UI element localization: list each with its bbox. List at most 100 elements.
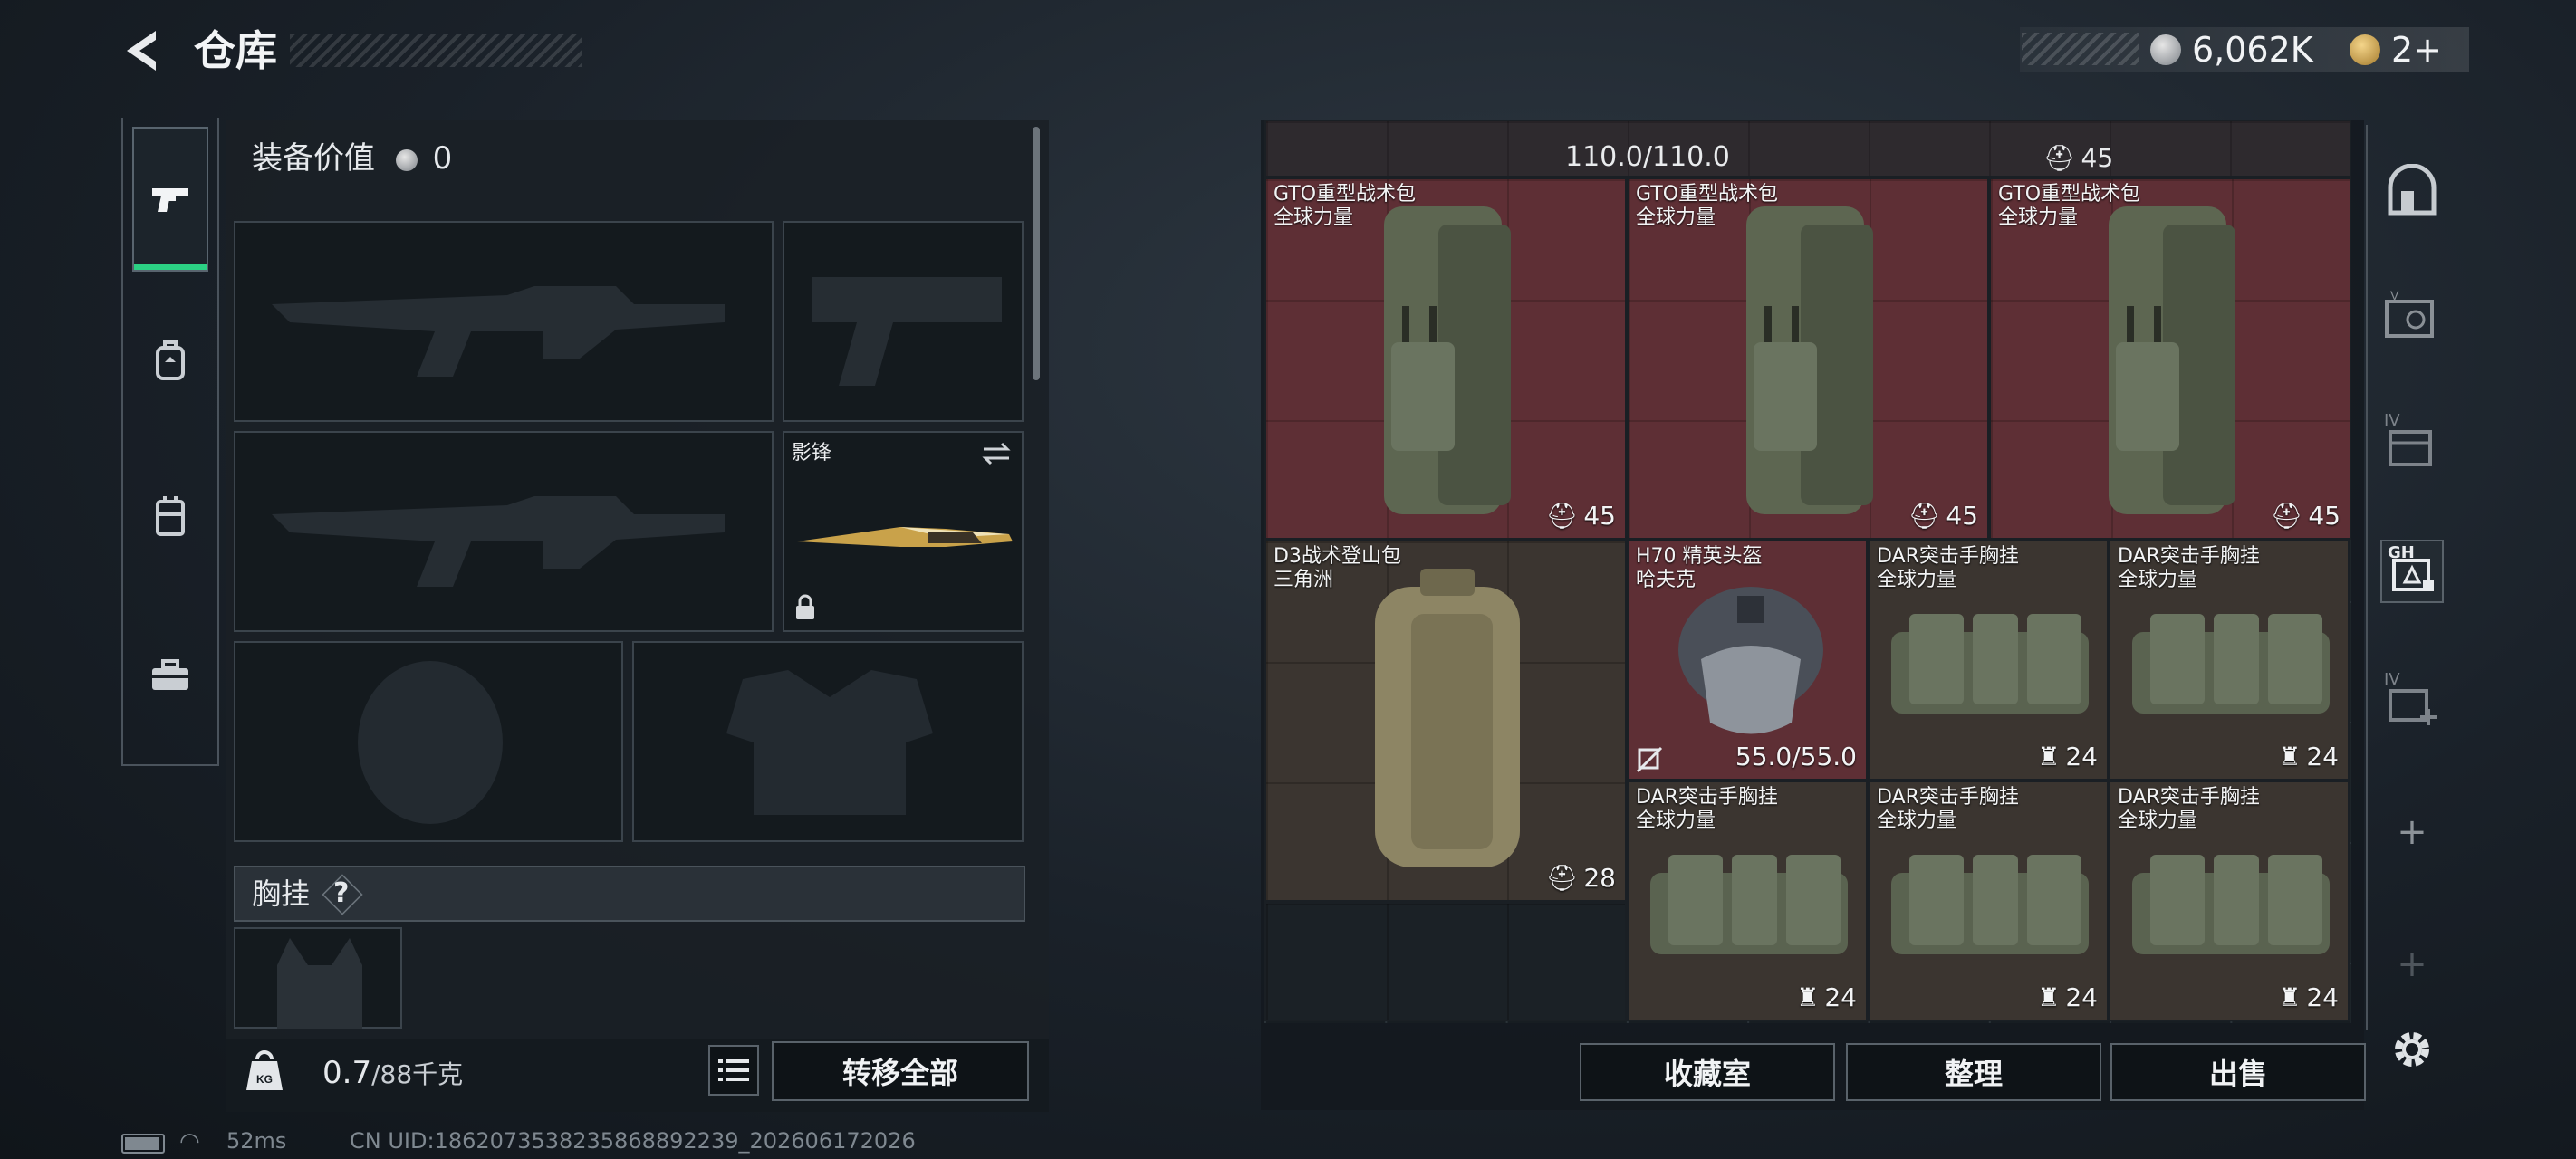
list-icon [718,1059,749,1081]
lock-icon [796,594,814,619]
rig-small-icon: ♜ [1796,982,1820,1012]
item-capacity: ♜ 24 [2037,982,2098,1012]
top-row-partial[interactable]: 110.0/110.0 ⛑ 45 [1264,120,2351,177]
gto-backpack-icon [2109,206,2235,514]
gold-currency-amount[interactable]: 2+ [2391,27,2442,72]
list-view-button[interactable] [708,1045,759,1096]
toolbox-icon [152,659,188,690]
item-label: DAR突击手胸挂 全球力量 [1877,786,2019,833]
item-value: 55.0/55.0 [1735,742,1857,771]
sidebar-safe-box[interactable] [2380,159,2444,223]
broken-armor-icon [1636,746,1663,773]
organize-button[interactable]: 整理 [1846,1043,2101,1101]
item-capacity: ♜ 24 [2278,982,2339,1012]
sidebar-storage-iv[interactable]: IV [2380,411,2444,474]
helmet-slot[interactable] [234,641,623,842]
tab-toolbox[interactable] [132,603,208,748]
tab-weapon[interactable] [132,127,208,272]
help-icon[interactable]: ? [333,873,349,915]
iv-label: IV [2384,670,2400,689]
rig-small-icon: ♜ [2037,742,2061,771]
wifi-icon: ◠ [179,1128,200,1155]
silver-coin-icon [2150,34,2181,65]
tab-backpack[interactable] [132,288,208,433]
sell-button[interactable]: 出售 [2110,1043,2366,1101]
dar-chest-rig-icon [1650,855,1848,954]
item-capacity: ♜ 24 [2037,742,2098,771]
dar-chest-rig-icon [1891,614,2089,714]
item-h70-helmet[interactable]: H70 精英头盔 哈夫克 55.0/55.0 [1627,540,1868,781]
item-gto-backpack[interactable]: GTO重型战术包 全球力量 ⛑ 45 [1989,177,2351,540]
swap-icon[interactable] [980,440,1013,467]
user-uid: CN UID:1862073538235868892239_2026061720… [350,1128,916,1154]
weight-icon: KG [246,1050,283,1090]
currency-decoration [2022,33,2139,65]
item-label: DAR突击手胸挂 全球力量 [2118,545,2260,592]
sidearm-slot[interactable] [783,221,1024,422]
item-capacity: ⛑ 28 [1546,863,1616,893]
melee-slot[interactable]: 影锋 [783,431,1024,632]
item-label: DAR突击手胸挂 全球力量 [1877,545,2019,592]
item-name: DAR突击手胸挂 [2118,786,2260,809]
capacity-readout: ⛑ 45 [2043,143,2113,173]
back-button[interactable] [118,25,168,76]
item-d3-backpack[interactable]: D3战术登山包 三角洲 ⛑ 28 [1264,540,1627,902]
collection-room-button[interactable]: 收藏室 [1580,1043,1835,1101]
chest-rig-silhouette-icon [277,938,362,1029]
gear-icon [2395,1032,2429,1067]
backpack-small-icon: ⛑ [1908,501,1941,531]
item-dar-chest-rig[interactable]: DAR突击手胸挂 全球力量 ♜ 24 [1868,540,2109,781]
transfer-all-button[interactable]: 转移全部 [772,1041,1029,1101]
primary-weapon-slot[interactable] [234,221,774,422]
pistol-icon [152,188,188,212]
item-gto-backpack[interactable]: GTO重型战术包 全球力量 ⛑ 45 [1627,177,1989,540]
silver-coin-icon [395,148,418,171]
title-decoration [290,34,582,67]
item-name: DAR突击手胸挂 [1877,545,2019,568]
item-dar-chest-rig[interactable]: DAR突击手胸挂 全球力量 ♜ 24 [1868,781,2109,1021]
item-dar-chest-rig[interactable]: DAR突击手胸挂 全球力量 ♜ 24 [1627,781,1868,1021]
item-capacity: ⛑ 45 [2271,501,2341,531]
h70-helmet-icon [1678,587,1823,734]
equipment-value: 装备价值 0 [252,136,452,181]
item-name: H70 精英头盔 [1636,545,1763,568]
equipment-value-label: 装备价值 [252,140,375,177]
melee-name: 影锋 [792,442,832,465]
secondary-weapon-slot[interactable] [234,431,774,632]
sidebar-add-storage[interactable]: + [2380,800,2444,864]
item-durability: 55.0/55.0 [1735,742,1857,771]
backpack-small-icon: ⛑ [1545,863,1579,893]
page-title: 仓库 [194,26,277,75]
equipment-scrollbar[interactable] [1033,127,1040,380]
gh-label: GH [2388,543,2415,562]
chest-rig-slot[interactable] [234,927,402,1029]
storage-expand-icon: V [2385,289,2434,338]
item-value: 24 [2306,982,2339,1012]
item-faction: 全球力量 [2118,569,2198,591]
empty-slot[interactable] [1264,902,1627,1021]
item-faction: 全球力量 [1877,809,1957,832]
item-name: DAR突击手胸挂 [1636,786,1778,809]
sidebar-add-storage-disabled: + [2397,943,2427,985]
armor-slot[interactable] [632,641,1024,842]
item-dar-chest-rig[interactable]: DAR突击手胸挂 全球力量 ♜ 24 [2109,781,2350,1021]
sidebar-rail [2366,125,2368,1030]
sidebar-storage-iv-add[interactable]: IV [2380,670,2444,733]
item-name: DAR突击手胸挂 [2118,545,2260,568]
weight-icon-label: KG [256,1073,273,1086]
sidebar-storage-v[interactable]: V [2380,284,2444,348]
tab-chest-rig[interactable] [132,444,208,589]
item-label: DAR突击手胸挂 全球力量 [1636,786,1778,833]
rifle-silhouette-icon [272,496,725,587]
item-value: 24 [2065,982,2098,1012]
settings-button[interactable] [2380,1018,2444,1081]
sidebar-storage-gh[interactable]: GH [2380,540,2444,603]
gold-coin-icon [2350,34,2380,65]
item-dar-chest-rig[interactable]: DAR突击手胸挂 全球力量 ♜ 24 [2109,540,2350,781]
item-value: 24 [1824,982,1857,1012]
rig-small-icon: ♜ [2278,742,2302,771]
item-gto-backpack[interactable]: GTO重型战术包 全球力量 ⛑ 45 [1264,177,1627,540]
item-value: 45 [1583,501,1616,531]
iv-label: IV [2384,411,2400,430]
rig-small-icon: ♜ [2278,982,2302,1012]
